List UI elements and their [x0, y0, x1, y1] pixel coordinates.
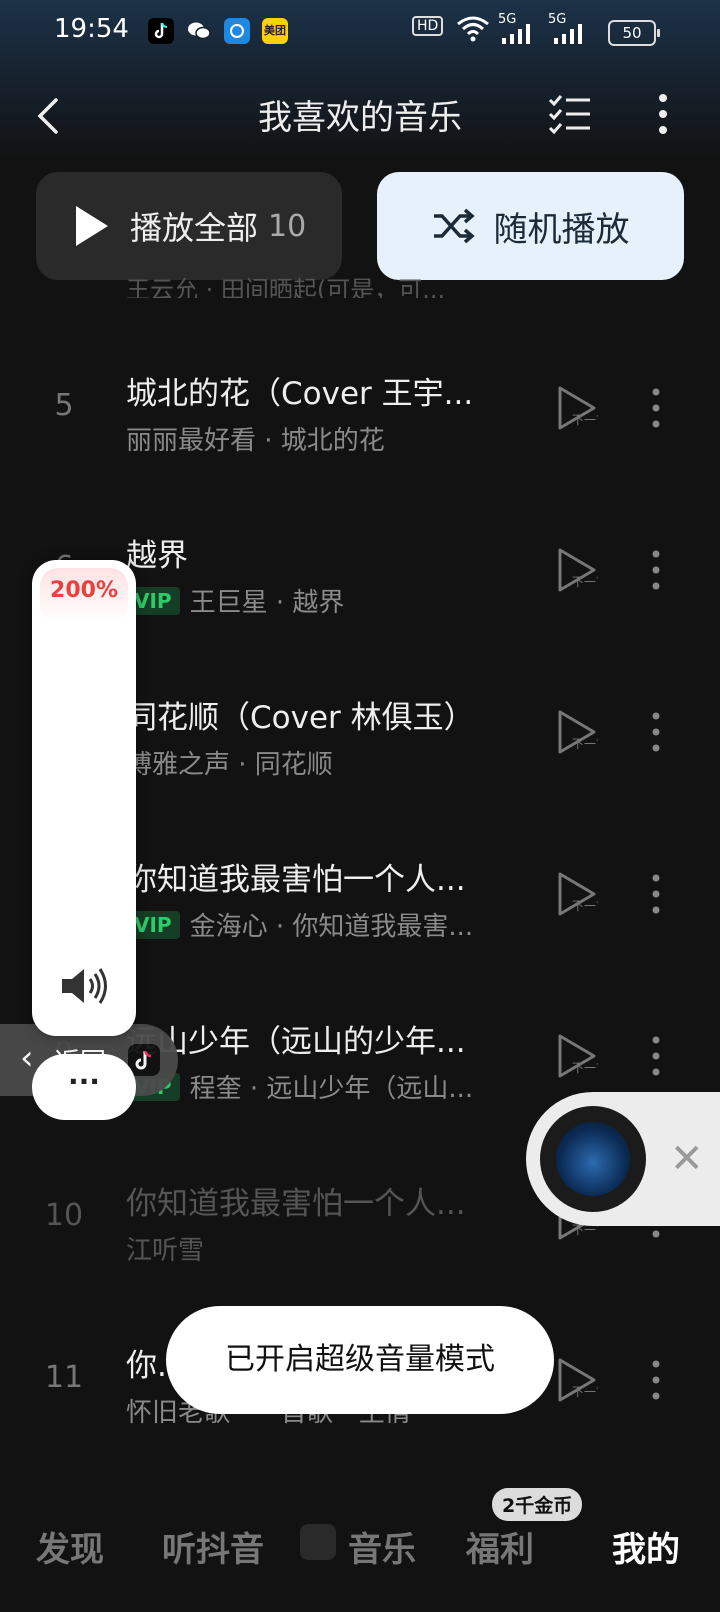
page-title: 我喜欢的音乐: [258, 98, 462, 138]
play-all-label: 播放全部: [130, 209, 259, 247]
play-all-button[interactable]: 播放全部 10: [36, 172, 342, 280]
status-bar: 19:54 美团 HD 5G 5G 50: [0, 0, 720, 66]
song-number: 5: [54, 388, 74, 423]
close-icon[interactable]: ✕: [670, 1136, 704, 1182]
song-more-icon[interactable]: [646, 544, 666, 596]
song-artist-album: 金海心 · 你知道我最害...: [189, 912, 474, 942]
page-header: 我喜欢的音乐: [0, 76, 720, 152]
music-tab-icon: [300, 1524, 336, 1560]
play-next-icon[interactable]: 下一首: [554, 1032, 608, 1080]
svg-text:下一首: 下一首: [572, 899, 598, 913]
song-subtitle: 博雅之声 · 同花顺: [126, 744, 333, 781]
nav-discover[interactable]: 发现: [36, 1522, 104, 1571]
song-title: 越界: [126, 538, 188, 574]
song-artist-album: 王巨星 · 越界: [189, 588, 345, 618]
song-number: 10: [44, 1198, 84, 1233]
play-next-icon[interactable]: 下一首: [554, 1356, 608, 1404]
coin-badge: 2千金币: [492, 1488, 583, 1521]
shuffle-label: 随机播放: [493, 209, 630, 250]
svg-text:下一首: 下一首: [572, 413, 598, 427]
song-artist-album: 丽丽最好看 · 城北的花: [126, 426, 385, 456]
more-vertical-icon[interactable]: [648, 88, 678, 140]
song-title: 同花顺（Cover 林俱玉）: [126, 700, 475, 736]
play-next-icon[interactable]: 下一首: [554, 546, 608, 594]
play-all-count: 10: [268, 208, 307, 244]
volume-percent: 200%: [50, 578, 118, 603]
album-art: [556, 1122, 630, 1196]
nav-douyin[interactable]: 听抖音: [162, 1522, 264, 1571]
song-title: 你知道我最害怕一个人...: [126, 862, 466, 898]
nav-welfare[interactable]: 福利: [466, 1522, 534, 1571]
song-artist-album: 程奎 · 远山少年（远山...: [189, 1074, 474, 1104]
tiktok-icon: [128, 1044, 160, 1076]
tiktok-icon: [148, 18, 174, 44]
shuffle-play-button[interactable]: 随机播放: [377, 172, 684, 280]
play-next-icon[interactable]: 下一首: [554, 384, 608, 432]
toast-message: 已开启超级音量模式: [166, 1306, 554, 1414]
song-subtitle: 丽丽最好看 · 城北的花: [126, 420, 385, 457]
song-number: 11: [44, 1360, 84, 1395]
song-more-icon[interactable]: [646, 382, 666, 434]
meituan-icon: 美团: [262, 18, 288, 44]
volume-slider-panel[interactable]: 200%: [32, 560, 136, 1036]
volume-more-button[interactable]: ···: [32, 1054, 136, 1120]
song-more-icon[interactable]: [646, 868, 666, 920]
song-subtitle: 江听雪: [126, 1230, 204, 1267]
song-artist-album: 江听雪: [126, 1236, 205, 1266]
multi-select-list-icon[interactable]: [546, 90, 594, 138]
song-subtitle: VIP 王巨星 · 越界: [126, 582, 344, 619]
svg-text:下一首: 下一首: [572, 737, 598, 751]
nav-mine[interactable]: 我的: [612, 1522, 680, 1571]
bottom-navigation: 发现 听抖音 音乐 福利 2千金币 我的: [0, 1480, 720, 1612]
song-title: 你知道我最害怕一个人...: [126, 1186, 466, 1222]
song-more-icon[interactable]: [646, 1354, 666, 1406]
song-title: 远山少年（远山的少年...: [126, 1024, 466, 1060]
nav-music[interactable]: 音乐: [348, 1522, 416, 1571]
svg-text:下一首: 下一首: [572, 575, 598, 589]
play-icon: [76, 206, 108, 246]
speaker-volume-icon: [58, 964, 112, 1008]
chevron-left-icon: ‹: [20, 1038, 34, 1078]
status-time: 19:54: [54, 14, 129, 44]
battery-indicator: 50: [608, 20, 660, 46]
wifi-icon: [456, 14, 490, 46]
svg-text:下一首: 下一首: [572, 1385, 598, 1399]
song-more-icon[interactable]: [646, 706, 666, 758]
floating-mini-player[interactable]: ✕: [526, 1092, 720, 1226]
song-row[interactable]: 5 城北的花（Cover 王宇... 丽丽最好看 · 城北的花 下一首: [0, 346, 720, 486]
play-next-icon[interactable]: 下一首: [554, 708, 608, 756]
clipped-song-subtitle: 王云允 · 田间晒起(可是，可...: [126, 276, 446, 298]
song-title: 城北的花（Cover 王宇...: [126, 376, 474, 412]
signal-icon: [500, 24, 534, 48]
signal-icon: [552, 24, 586, 48]
hd-indicator: HD: [412, 16, 444, 36]
song-subtitle: VIP程奎 · 远山少年（远山...: [126, 1068, 473, 1105]
svg-text:下一首: 下一首: [572, 1061, 598, 1075]
song-subtitle: VIP 金海心 · 你知道我最害...: [126, 906, 473, 943]
wechat-icon: [186, 18, 212, 44]
shuffle-icon: [433, 208, 475, 244]
play-next-icon[interactable]: 下一首: [554, 870, 608, 918]
song-more-icon[interactable]: [646, 1030, 666, 1082]
song-artist-album: 博雅之声 · 同花顺: [126, 750, 333, 780]
sim-app-icon: [224, 18, 250, 44]
